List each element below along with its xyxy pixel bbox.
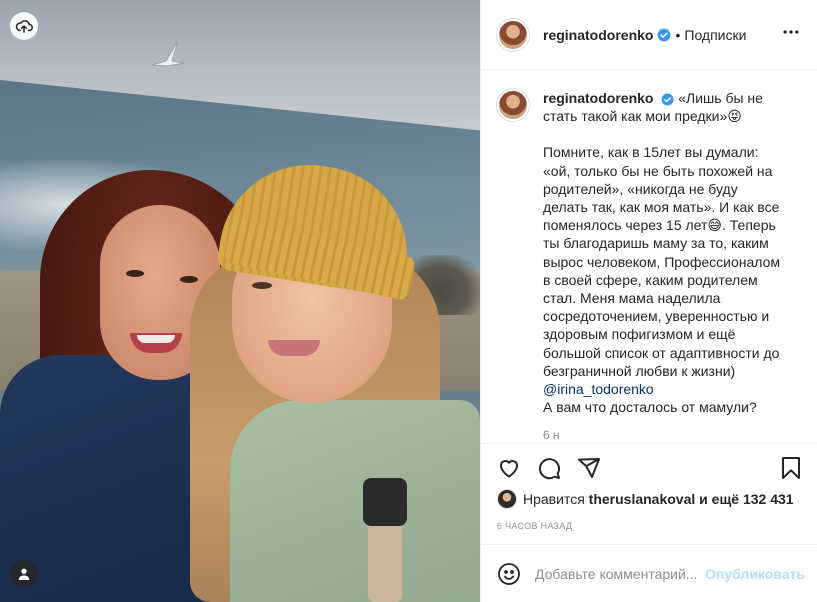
- caption-footer: А вам что досталось от мамули?: [543, 399, 757, 416]
- woman-right-mouth: [268, 340, 320, 356]
- woman-right-jacket: [230, 400, 480, 602]
- post-caption: reginatodorenko «Лишь бы не стать такой …: [543, 89, 783, 443]
- comment-composer: Опубликовать: [481, 544, 817, 602]
- likes-count[interactable]: 132 431: [743, 491, 794, 507]
- verified-badge-icon: [657, 28, 671, 42]
- caption-row: reginatodorenko «Лишь бы не стать такой …: [497, 89, 801, 443]
- bookmark-icon[interactable]: [779, 456, 803, 480]
- cloud-upload-icon[interactable]: [10, 12, 38, 40]
- backpack-buckle: [363, 478, 407, 526]
- caption-avatar[interactable]: [497, 89, 529, 121]
- caption-age: 6 н: [543, 428, 560, 443]
- user-tag-icon[interactable]: [10, 560, 38, 588]
- post-header: reginatodorenko • Подписки: [481, 0, 817, 70]
- post-timestamp[interactable]: 6 ЧАСОВ НАЗАД: [497, 521, 572, 531]
- author-avatar[interactable]: [497, 18, 529, 51]
- likes-summary: Нравится theruslanakoval и ещё 132 431: [497, 489, 794, 509]
- author-username[interactable]: reginatodorenko: [543, 27, 653, 43]
- woman-left-eye: [126, 270, 144, 277]
- publish-button[interactable]: Опубликовать: [705, 566, 805, 582]
- send-icon[interactable]: [577, 456, 601, 480]
- header-separator: •: [675, 26, 681, 43]
- likes-prefix: Нравится: [523, 491, 585, 507]
- smiley-icon[interactable]: [497, 562, 521, 586]
- action-bar: [481, 443, 817, 491]
- woman-left-teeth: [137, 335, 175, 343]
- woman-right-eye: [252, 282, 272, 289]
- more-horizontal-icon[interactable]: [781, 22, 801, 47]
- caption-username[interactable]: reginatodorenko: [543, 90, 653, 106]
- seagull-icon: [151, 40, 185, 67]
- post-photo[interactable]: [0, 0, 480, 602]
- comment-input[interactable]: [535, 565, 705, 582]
- post-side-panel: reginatodorenko • Подписки reginatodoren…: [480, 0, 817, 602]
- comments-area[interactable]: reginatodorenko «Лишь бы не стать такой …: [481, 71, 817, 443]
- likes-connector: и ещё: [699, 491, 740, 507]
- heart-icon[interactable]: [497, 456, 521, 480]
- following-button[interactable]: Подписки: [684, 27, 746, 43]
- liker-avatar[interactable]: [497, 489, 517, 509]
- verified-badge-icon: [661, 93, 674, 106]
- comment-icon[interactable]: [537, 456, 561, 480]
- mention-link[interactable]: @irina_todorenko: [543, 381, 654, 397]
- liker-username[interactable]: theruslanakoval: [589, 491, 696, 507]
- caption-body: Помните, как в 15лет вы думали: «ой, тол…: [543, 144, 781, 379]
- woman-left-eye: [180, 276, 198, 283]
- instagram-post: reginatodorenko • Подписки reginatodoren…: [0, 0, 817, 602]
